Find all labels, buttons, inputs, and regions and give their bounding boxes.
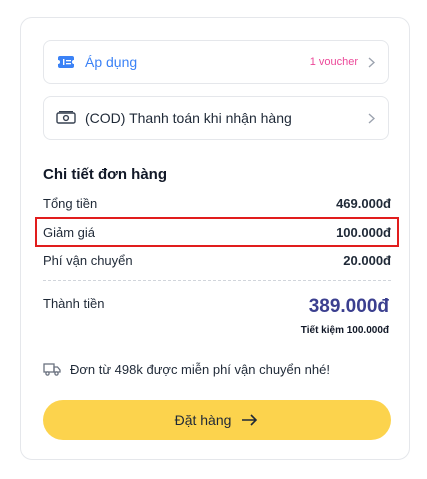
- voucher-row[interactable]: Áp dụng 1 voucher: [43, 40, 389, 84]
- free-shipping-text: Đơn từ 498k được miễn phí vận chuyển nhé…: [70, 362, 330, 377]
- shipping-fee-label: Phí vận chuyển: [43, 253, 133, 268]
- shipping-fee-value: 20.000đ: [343, 253, 391, 268]
- subtotal-label: Tổng tiền: [43, 196, 98, 211]
- cash-icon: [56, 108, 76, 128]
- discount-value: 100.000đ: [336, 225, 391, 240]
- order-summary-card: Áp dụng 1 voucher (COD) Thanh toán khi n…: [20, 17, 410, 460]
- total-label: Thành tiền: [43, 296, 105, 311]
- ticket-icon: [56, 52, 76, 72]
- shipping-fee-row: Phí vận chuyển 20.000đ: [43, 253, 391, 268]
- truck-icon: [43, 363, 61, 377]
- subtotal-row: Tổng tiền 469.000đ: [43, 196, 391, 211]
- savings-text: Tiết kiệm 100.000đ: [300, 325, 389, 336]
- payment-method-label: (COD) Thanh toán khi nhận hàng: [85, 110, 292, 126]
- payment-method-row[interactable]: (COD) Thanh toán khi nhận hàng: [43, 96, 389, 140]
- total-value: 389.000đ: [308, 296, 389, 317]
- voucher-apply-label: Áp dụng: [85, 54, 138, 70]
- summary-divider: [43, 280, 391, 281]
- chevron-right-icon: [366, 112, 376, 124]
- subtotal-value: 469.000đ: [336, 196, 391, 211]
- discount-row: Giảm giá 100.000đ: [43, 225, 391, 240]
- place-order-label: Đặt hàng: [174, 412, 232, 428]
- voucher-count: 1 voucher: [309, 56, 358, 68]
- discount-label: Giảm giá: [43, 225, 96, 240]
- free-shipping-note: Đơn từ 498k được miễn phí vận chuyển nhé…: [43, 362, 330, 377]
- chevron-right-icon: [366, 56, 376, 68]
- arrow-right-icon: [241, 413, 259, 427]
- order-details-title: Chi tiết đơn hàng: [43, 166, 167, 183]
- place-order-button[interactable]: Đặt hàng: [43, 400, 391, 440]
